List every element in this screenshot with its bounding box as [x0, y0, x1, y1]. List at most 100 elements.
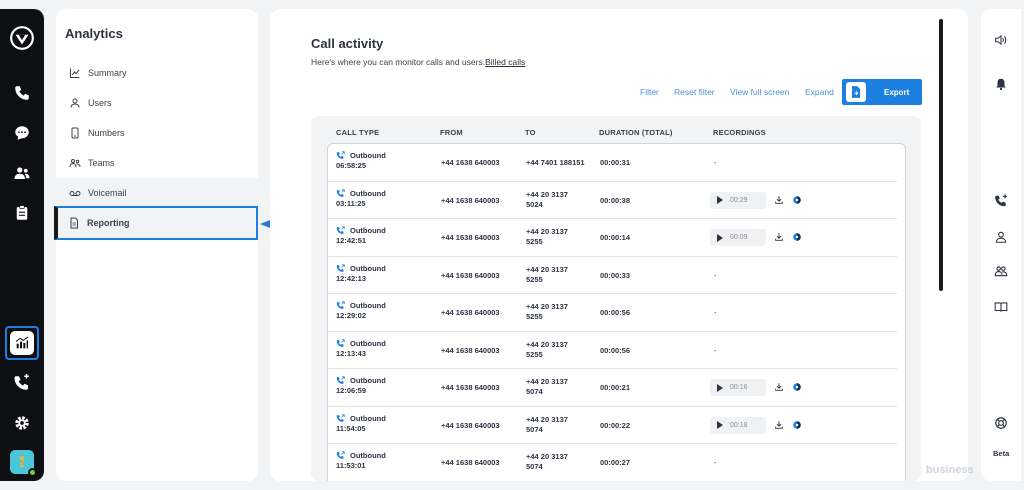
billed-calls-link[interactable]: Billed calls: [485, 57, 525, 67]
sidebar-item-label: Voicemail: [88, 188, 127, 198]
recording-player[interactable]: 00:16: [710, 379, 766, 396]
call-type-cell: Outbound 11:54:05: [336, 414, 386, 434]
download-icon[interactable]: [774, 232, 784, 242]
sidebar-item-teams[interactable]: Teams: [56, 148, 258, 178]
table-row[interactable]: Outbound 12:42:51 +44 1638 640003 +44 20 31…: [328, 219, 905, 257]
table-row[interactable]: Outbound 12:06:59 +44 1638 640003 +44 20 31…: [328, 369, 905, 407]
contacts-icon[interactable]: [10, 161, 34, 185]
recording-empty: -: [714, 158, 717, 167]
scrollbar[interactable]: [939, 19, 943, 291]
table-row[interactable]: Outbound 11:54:05 +44 1638 640003 +44 20 31…: [328, 407, 905, 444]
transcript-ai-icon[interactable]: [792, 420, 802, 430]
call-time: 11:54:05: [336, 423, 366, 433]
outbound-call-icon: [336, 263, 345, 272]
play-icon[interactable]: [717, 196, 723, 204]
chat-icon[interactable]: [10, 121, 34, 145]
to-number: +44 20 3137 5255: [526, 227, 586, 247]
sidebar-item-label: Summary: [88, 68, 127, 78]
sidebar-item-numbers[interactable]: Numbers: [56, 118, 258, 148]
outbound-call-icon: [336, 188, 345, 197]
to-number-line1: +44 20 3137: [526, 264, 568, 274]
recording-length: 00:09: [730, 234, 748, 241]
table-row[interactable]: Outbound 12:29:02 +44 1638 640003 +44 20 31…: [328, 294, 905, 332]
recording-player[interactable]: 00:09: [710, 229, 766, 246]
call-direction: Outbound: [350, 338, 386, 348]
book-icon[interactable]: [993, 299, 1009, 315]
call-direction: Outbound: [350, 151, 386, 160]
call-direction: Outbound: [350, 226, 386, 235]
user-icon[interactable]: [993, 229, 1009, 245]
expand-button[interactable]: Expand: [805, 87, 834, 97]
row-divider: [328, 480, 897, 481]
clipboard-icon[interactable]: [10, 201, 34, 225]
sidebar-item-reporting[interactable]: Reporting: [54, 206, 258, 240]
analytics-sidebar: Analytics Summary Users Numbers Teams Vo…: [54, 9, 258, 481]
report-icon: [70, 217, 78, 229]
call-direction: Outbound: [350, 376, 386, 385]
download-icon[interactable]: [774, 195, 784, 205]
to-number: +44 20 3137 5074: [526, 377, 586, 397]
duration-total: 00:00:14: [600, 233, 631, 242]
sidebar-title: Analytics: [65, 26, 123, 41]
table-row[interactable]: Outbound 03:11:25 +44 1638 640003 +44 20 31…: [328, 182, 905, 219]
column-header-recordings[interactable]: RECORDINGS: [713, 128, 766, 137]
from-number: +44 1638 640003: [441, 195, 500, 205]
to-number-line2: 5074: [526, 387, 543, 396]
table-row[interactable]: Outbound 12:13:43 +44 1638 640003 +44 20 31…: [328, 332, 905, 369]
sidebar-item-users[interactable]: Users: [56, 88, 258, 118]
column-header-duration[interactable]: DURATION (TOTAL): [599, 128, 673, 137]
download-icon[interactable]: [774, 420, 784, 430]
giraffe-avatar-icon: [19, 455, 25, 468]
to-number-line1: +44 20 3137: [526, 377, 568, 386]
to-number-line2: 5074: [526, 462, 543, 471]
user-avatar[interactable]: [10, 450, 37, 477]
from-number: +44 1638 640003: [441, 420, 500, 430]
view-full-screen-button[interactable]: View full screen: [730, 87, 789, 97]
call-transfer-icon[interactable]: [10, 371, 34, 395]
export-button[interactable]: Export: [842, 79, 922, 105]
call-type-cell: Outbound 12:42:13: [336, 264, 386, 284]
transcript-ai-icon[interactable]: [792, 232, 802, 242]
call-time: 12:42:13: [336, 273, 367, 283]
call-type-cell: Outbound 12:29:02: [336, 301, 386, 321]
duration-total: 00:00:27: [600, 458, 631, 467]
recording-length: 00:16: [730, 384, 748, 391]
to-number-line1: +44 20 3137: [526, 339, 568, 349]
download-icon[interactable]: [774, 382, 784, 392]
filter-button[interactable]: Filter: [640, 87, 659, 97]
recording-empty: -: [714, 308, 717, 317]
from-number: +44 1638 640003: [441, 270, 500, 280]
group-icon[interactable]: [993, 263, 1009, 279]
table-row[interactable]: Outbound 06:58:25 +44 1638 640003 +44 7401 …: [328, 144, 905, 182]
recording-player[interactable]: 00:18: [710, 416, 766, 434]
settings-gear-icon[interactable]: [10, 411, 34, 435]
phone-icon[interactable]: [10, 81, 34, 105]
recording-player[interactable]: 00:29: [710, 191, 766, 209]
column-header-to[interactable]: TO: [525, 128, 536, 137]
call-forward-icon[interactable]: [993, 193, 1009, 209]
transcript-ai-icon[interactable]: [792, 195, 802, 205]
to-number-line2: 5255: [526, 349, 543, 359]
app-logo-icon[interactable]: [8, 24, 36, 52]
speaker-icon[interactable]: [993, 32, 1009, 48]
play-icon[interactable]: [717, 383, 723, 392]
bell-icon[interactable]: [993, 76, 1009, 92]
reset-filter-button[interactable]: Reset filter: [674, 87, 715, 97]
play-icon[interactable]: [717, 421, 723, 429]
to-number: +44 7401 188151: [526, 158, 585, 167]
user-icon: [70, 98, 80, 108]
column-header-call-type[interactable]: CALL TYPE: [336, 128, 379, 137]
transcript-ai-icon[interactable]: [792, 382, 802, 392]
sidebar-item-summary[interactable]: Summary: [56, 58, 258, 88]
column-header-from[interactable]: FROM: [440, 128, 463, 137]
sidebar-item-voicemail[interactable]: Voicemail: [56, 178, 258, 208]
call-direction: Outbound: [350, 413, 386, 423]
help-lifebuoy-icon[interactable]: [993, 415, 1009, 431]
table-row[interactable]: Outbound 11:53:01 +44 1638 640003 +44 20 31…: [328, 444, 905, 481]
call-type-cell: Outbound 12:06:59: [336, 376, 386, 396]
call-type-cell: Outbound 12:13:43: [336, 339, 386, 359]
analytics-nav-button[interactable]: [5, 326, 39, 360]
play-icon[interactable]: [717, 233, 723, 242]
outbound-call-icon: [336, 451, 345, 459]
table-row[interactable]: Outbound 12:42:13 +44 1638 640003 +44 20 31…: [328, 257, 905, 294]
